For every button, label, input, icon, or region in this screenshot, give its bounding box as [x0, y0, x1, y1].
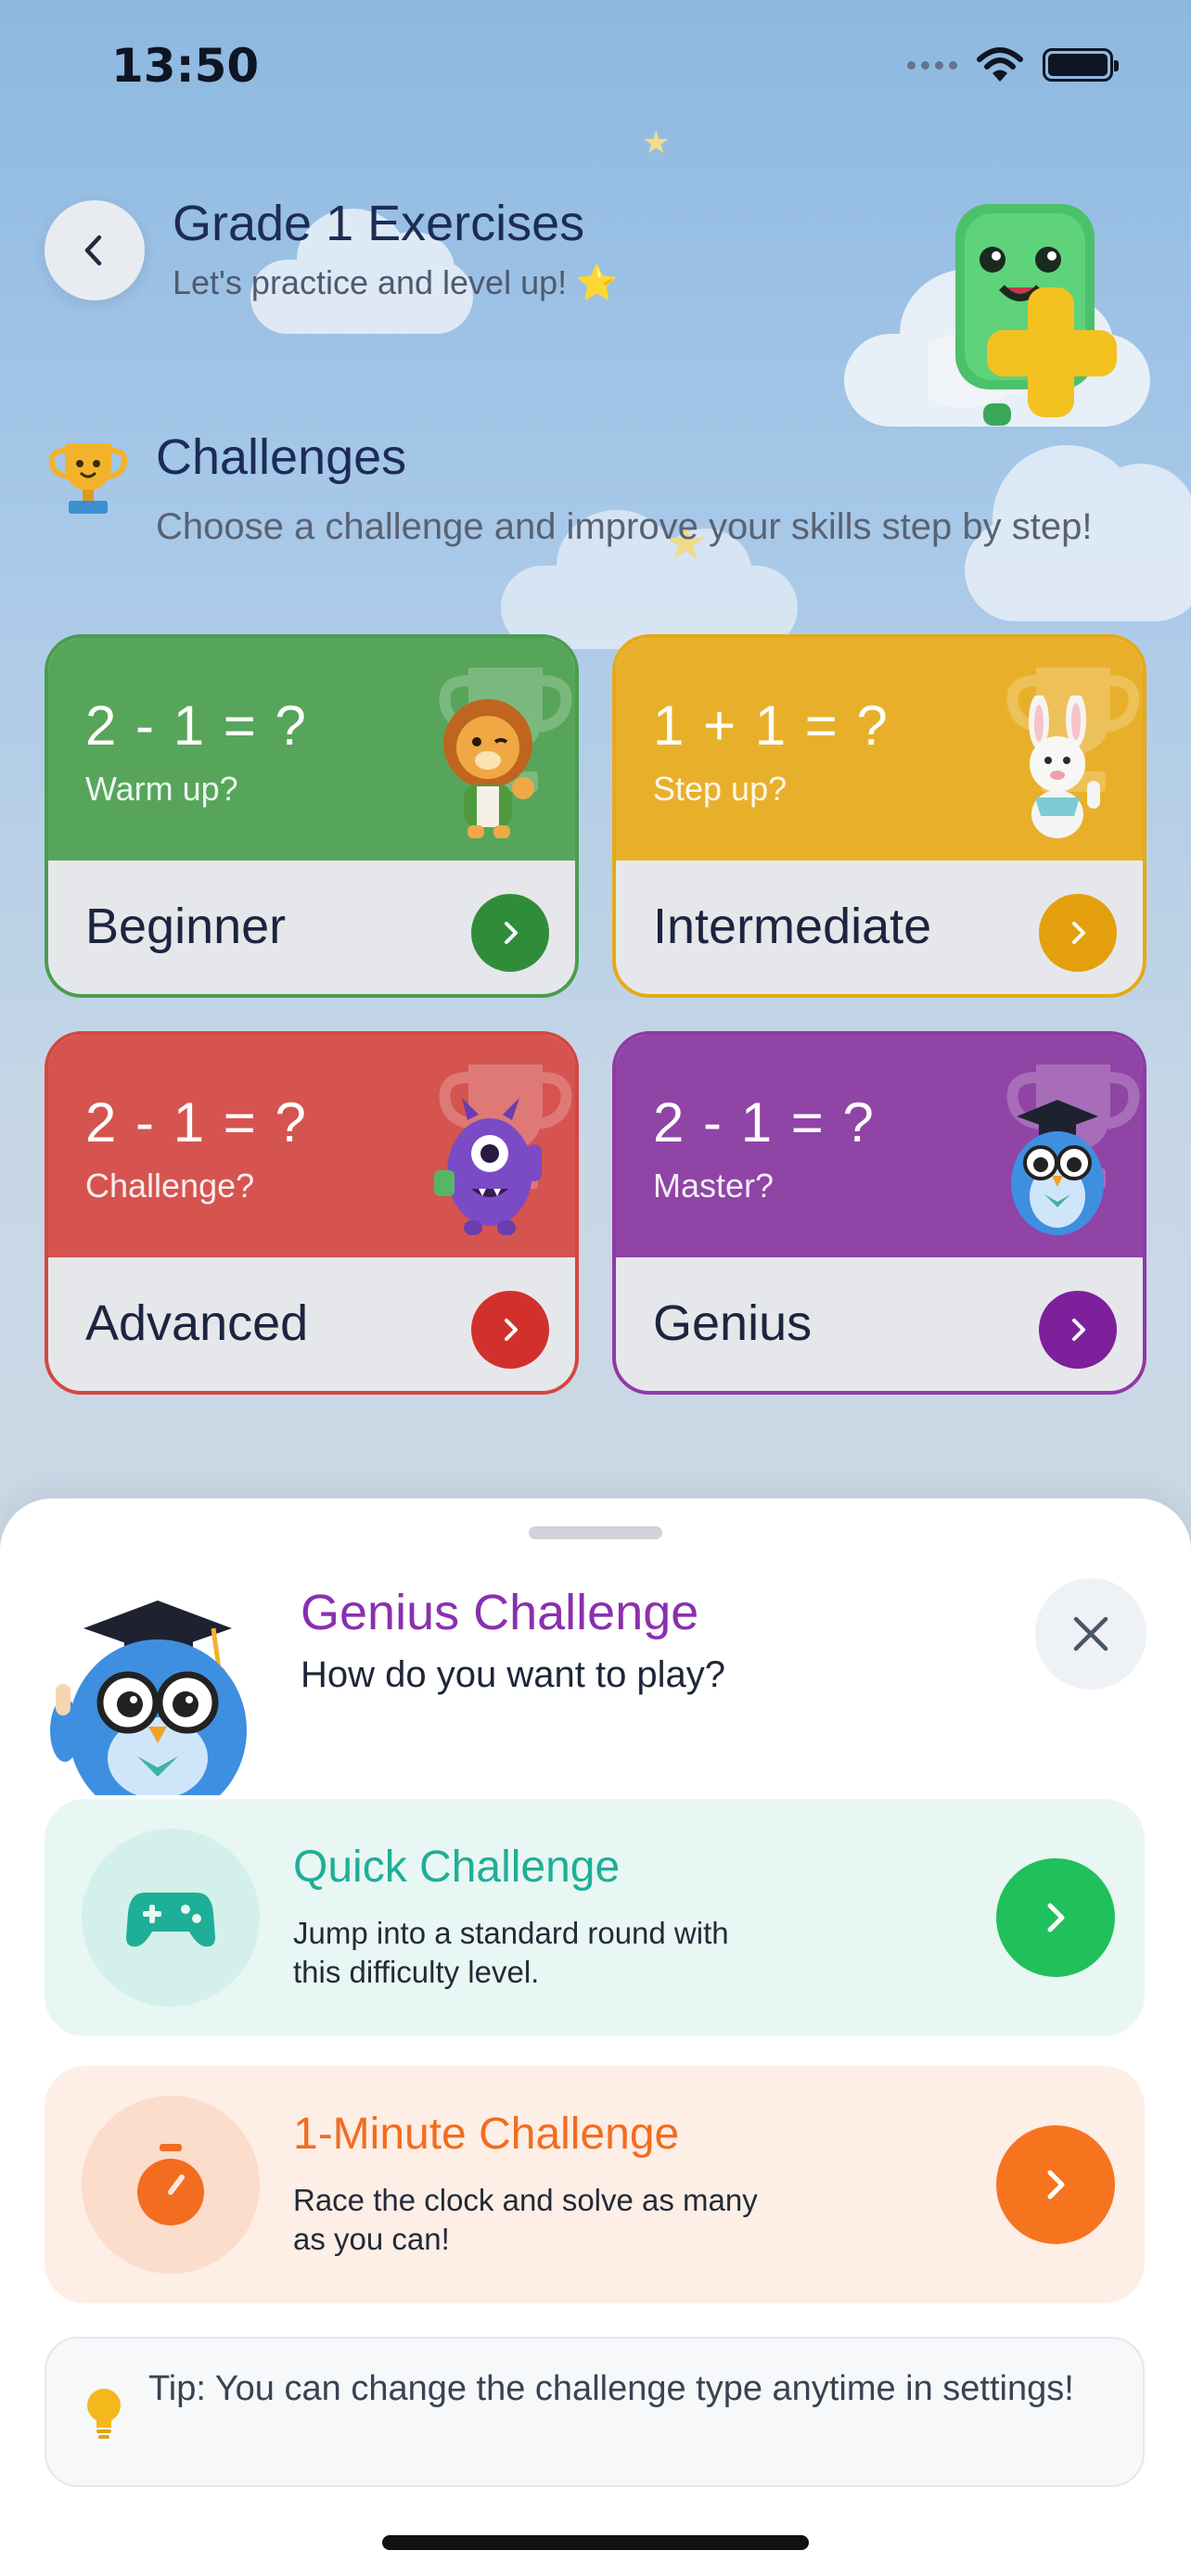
- card-header: 2 - 1 = ? Warm up?: [48, 638, 575, 861]
- bunny-icon: [1029, 695, 1100, 838]
- chevron-right-icon: [1072, 1319, 1085, 1341]
- block-mascot-icon: [928, 204, 1117, 426]
- card-hint: Warm up?: [85, 770, 238, 808]
- tip-text: Tip: You can change the challenge type a…: [148, 2369, 1074, 2408]
- page-subtitle: Let's practice and level up! ⭐: [173, 263, 618, 301]
- option-title: Quick Challenge: [293, 1843, 621, 1892]
- start-intermediate-button[interactable]: [1039, 894, 1117, 972]
- challenge-card-advanced[interactable]: 2 - 1 = ? Challenge? Advanced: [45, 1031, 579, 1395]
- card-header: 2 - 1 = ? Challenge?: [48, 1035, 575, 1257]
- start-one-minute-challenge-button[interactable]: [996, 2125, 1115, 2244]
- chevron-right-icon: [505, 1319, 518, 1341]
- stopwatch-icon: [137, 2144, 204, 2225]
- section-description: Choose a challenge and improve your skil…: [156, 506, 1093, 547]
- battery-icon: [1043, 48, 1119, 82]
- option-title: 1-Minute Challenge: [293, 2110, 680, 2159]
- status-icons: [907, 46, 1119, 83]
- tip-box: Tip: You can change the challenge type a…: [45, 2337, 1145, 2487]
- chevron-right-icon: [1047, 2170, 1065, 2200]
- card-hint: Master?: [653, 1167, 775, 1205]
- trophy-icon: [48, 443, 128, 514]
- lightbulb-icon: [87, 2389, 121, 2439]
- card-header: 1 + 1 = ? Step up?: [616, 638, 1143, 861]
- back-button[interactable]: [45, 200, 145, 300]
- option-description: Jump into a standard round with this dif…: [293, 1916, 729, 1989]
- option-icon-container: [82, 1829, 260, 2007]
- card-header: 2 - 1 = ? Master?: [616, 1035, 1143, 1257]
- lion-icon: [443, 699, 534, 838]
- start-beginner-button[interactable]: [471, 894, 549, 972]
- cellular-signal-icon: [907, 60, 957, 70]
- chevron-right-icon: [1072, 922, 1085, 944]
- close-button[interactable]: [1035, 1578, 1146, 1690]
- sheet-drag-handle[interactable]: [529, 1526, 662, 1539]
- gamepad-icon: [126, 1893, 215, 1947]
- challenge-card-intermediate[interactable]: 1 + 1 = ? Step up? Intermediate: [612, 634, 1146, 998]
- chevron-left-icon: [84, 235, 102, 266]
- monster-icon: [434, 1098, 542, 1235]
- option-description: Race the clock and solve as many as you …: [293, 2183, 758, 2256]
- start-quick-challenge-button[interactable]: [996, 1858, 1115, 1977]
- card-equation: 1 + 1 = ?: [653, 695, 890, 757]
- challenge-mode-sheet: Genius Challenge How do you want to play…: [0, 1498, 1191, 2576]
- owl-graduate-icon: [50, 1600, 247, 1795]
- start-genius-button[interactable]: [1039, 1291, 1117, 1369]
- challenge-card-genius[interactable]: 2 - 1 = ? Master? Genius: [612, 1031, 1146, 1395]
- owl-icon: [1011, 1100, 1104, 1235]
- card-level-label: Genius: [653, 1295, 813, 1351]
- challenge-card-beginner[interactable]: 2 - 1 = ? Warm up? Beginner: [45, 634, 579, 998]
- chevron-right-icon: [505, 922, 518, 944]
- card-equation: 2 - 1 = ?: [85, 1091, 308, 1154]
- card-level-label: Intermediate: [653, 899, 932, 954]
- card-equation: 2 - 1 = ?: [653, 1091, 876, 1154]
- card-equation: 2 - 1 = ?: [85, 695, 308, 757]
- card-hint: Challenge?: [85, 1167, 255, 1205]
- option-icon-container: [82, 2096, 260, 2274]
- card-hint: Step up?: [653, 770, 788, 808]
- home-indicator[interactable]: [382, 2535, 809, 2550]
- status-bar: 13:50: [0, 0, 1191, 139]
- close-icon: [1073, 1616, 1108, 1651]
- start-advanced-button[interactable]: [471, 1291, 549, 1369]
- card-level-label: Advanced: [85, 1295, 309, 1351]
- card-level-label: Beginner: [85, 899, 287, 954]
- sheet-subtitle: How do you want to play?: [301, 1654, 726, 1695]
- one-minute-challenge-option[interactable]: 1-Minute Challenge Race the clock and so…: [45, 2066, 1145, 2303]
- quick-challenge-option[interactable]: Quick Challenge Jump into a standard rou…: [45, 1799, 1145, 2036]
- page-title: Grade 1 Exercises: [173, 196, 585, 251]
- chevron-right-icon: [1047, 1903, 1065, 1932]
- status-time: 13:50: [111, 39, 260, 93]
- sheet-title: Genius Challenge: [301, 1585, 699, 1640]
- wifi-icon: [977, 47, 1023, 82]
- section-title: Challenges: [156, 429, 407, 485]
